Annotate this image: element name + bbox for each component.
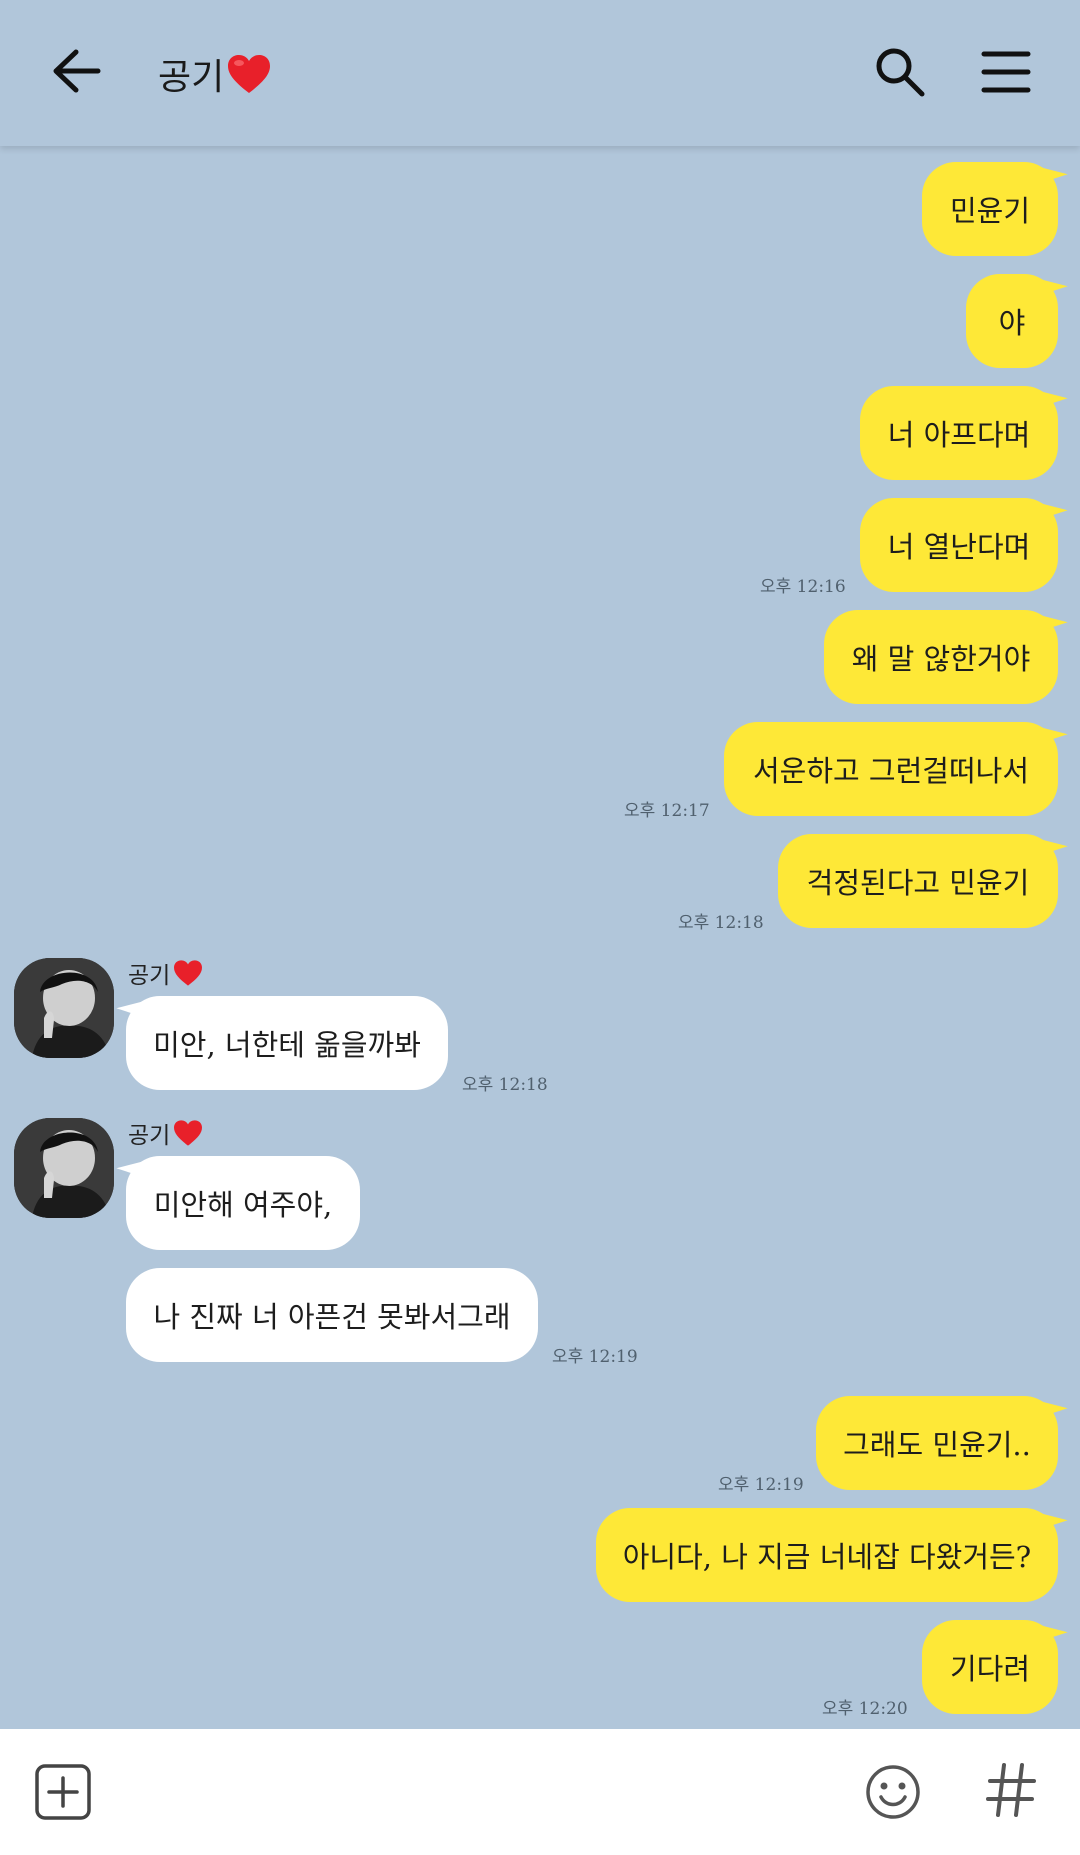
plus-icon[interactable] [34,1763,92,1821]
message-text: 너 아프다며 [887,418,1031,452]
search-icon[interactable] [872,44,928,100]
message-input-bar[interactable] [0,1729,1080,1855]
message-time: 오후 12:20 [822,1699,908,1719]
avatar[interactable] [14,1118,114,1218]
message-text: 나 진짜 너 아픈건 못봐서그래 [153,1300,511,1334]
menu-icon[interactable] [980,48,1032,96]
chat-message-list[interactable]: 민윤기 야 너 아프다며 너 열난다며 오후 12:16 왜 말 않한거야 서운… [0,146,1080,1729]
message-bubble[interactable]: 야 [966,274,1058,368]
message-bubble[interactable]: 너 아프다며 [860,386,1058,480]
message-text: 야 [998,306,1026,340]
message-bubble[interactable]: 기다려 [922,1620,1058,1714]
hashtag-icon[interactable] [984,1759,1038,1821]
emoji-icon[interactable] [864,1763,922,1821]
message-bubble[interactable]: 아니다, 나 지금 너네잡 다왔거든? [596,1508,1058,1602]
message-text: 미안해 여주야, [153,1188,333,1222]
message-bubble[interactable]: 민윤기 [922,162,1058,256]
heart-emoji-icon [226,53,272,95]
message-text: 아니다, 나 지금 너네잡 다왔거든? [622,1540,1032,1574]
sender-name-text: 공기 [128,963,171,989]
message-text: 서운하고 그런걸떠나서 [752,754,1030,788]
message-time: 오후 12:19 [718,1475,804,1495]
message-text: 미안, 너한테 옮을까봐 [153,1028,421,1062]
message-bubble[interactable]: 나 진짜 너 아픈건 못봐서그래 [126,1268,538,1362]
sender-name: 공기 [128,1116,204,1150]
message-text: 왜 말 않한거야 [851,642,1031,676]
message-text: 걱정된다고 민윤기 [806,866,1030,900]
heart-emoji-icon [172,959,204,987]
message-time: 오후 12:19 [552,1347,638,1367]
message-text: 그래도 민윤기.. [843,1428,1031,1462]
message-text: 민윤기 [949,194,1031,228]
back-arrow-icon[interactable] [48,46,104,96]
chat-title-text: 공기 [158,57,225,98]
sender-name-text: 공기 [128,1123,171,1149]
message-time: 오후 12:17 [624,801,710,821]
message-bubble[interactable]: 미안, 너한테 옮을까봐 [126,996,448,1090]
message-bubble[interactable]: 서운하고 그런걸떠나서 [724,722,1058,816]
message-time: 오후 12:18 [462,1075,548,1095]
message-bubble[interactable]: 그래도 민윤기.. [816,1396,1058,1490]
message-bubble[interactable]: 너 열난다며 [860,498,1058,592]
message-text: 너 열난다며 [887,530,1031,564]
message-text: 기다려 [949,1652,1031,1686]
message-bubble[interactable]: 미안해 여주야, [126,1156,360,1250]
chat-title: 공기 [158,48,272,100]
heart-emoji-icon [172,1119,204,1147]
message-time: 오후 12:18 [678,913,764,933]
message-time: 오후 12:16 [760,577,846,597]
message-bubble[interactable]: 걱정된다고 민윤기 [778,834,1058,928]
avatar[interactable] [14,958,114,1058]
message-bubble[interactable]: 왜 말 않한거야 [824,610,1058,704]
chat-header: 공기 [0,0,1080,146]
sender-name: 공기 [128,956,204,990]
